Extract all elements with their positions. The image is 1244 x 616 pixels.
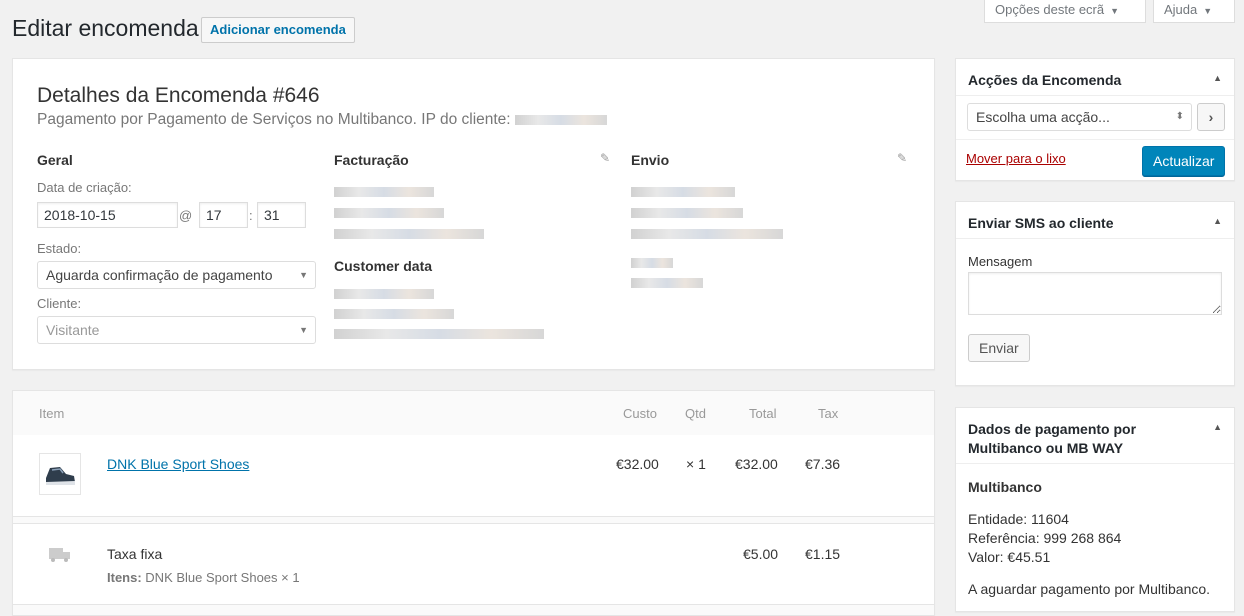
collapse-triangle-up-icon[interactable]: ▲ <box>1213 422 1222 432</box>
order-data-panel: Detalhes da Encomenda #646 Pagamento por… <box>12 58 935 370</box>
help-button[interactable]: Ajuda ▼ <box>1153 0 1235 23</box>
redacted-shipping-line <box>631 278 703 288</box>
product-name[interactable]: DNK Blue Sport Shoes <box>107 456 249 472</box>
send-sms-title: Enviar SMS ao cliente <box>968 215 1114 231</box>
edit-billing-pencil-icon[interactable]: ✎ <box>600 151 610 165</box>
divider <box>956 238 1234 239</box>
payment-info: Pagamento por Pagamento de Serviços no M… <box>37 111 511 128</box>
redacted-customer-line <box>334 289 434 299</box>
order-action-select[interactable]: Escolha uma acção... ⬍ <box>967 103 1192 131</box>
chevron-down-icon: ▼ <box>299 325 308 335</box>
billing-heading: Facturação <box>334 152 409 168</box>
shipping-items-value: DNK Blue Sport Shoes × 1 <box>145 570 300 585</box>
product-total: €32.00 <box>735 456 778 472</box>
shipping-heading: Envio <box>631 152 670 168</box>
send-sms-button[interactable]: Enviar <box>968 334 1030 362</box>
screen-options-label: Opções deste ecrã <box>995 2 1105 17</box>
payment-status: A aguardar pagamento por Multibanco. <box>968 581 1211 597</box>
col-tax: Tax <box>818 406 839 421</box>
at-separator: @ <box>179 208 193 223</box>
time-separator: : <box>249 208 253 223</box>
payment-method: Multibanco <box>968 479 1042 495</box>
shipping-items: Itens: DNK Blue Sport Shoes × 1 <box>107 570 300 585</box>
caret-down-icon: ▼ <box>1203 6 1213 16</box>
help-label: Ajuda <box>1164 2 1198 17</box>
order-title: Detalhes da Encomenda #646 <box>37 84 320 107</box>
shipping-tax: €1.15 <box>805 546 841 562</box>
redacted-ip <box>514 114 607 125</box>
payment-value: Valor: €45.51 <box>968 549 1051 565</box>
product-qty: × 1 <box>686 456 706 472</box>
customer-data-heading: Customer data <box>334 258 433 274</box>
caret-down-icon: ▼ <box>1110 6 1120 16</box>
customer-select[interactable]: Visitante ▼ <box>37 316 316 344</box>
general-heading: Geral <box>37 152 73 168</box>
product-name-link[interactable]: DNK Blue Sport Shoes <box>107 456 249 472</box>
customer-value: Visitante <box>46 322 100 338</box>
order-actions-box: Acções da Encomenda ▲ Escolha uma acção.… <box>955 58 1235 181</box>
order-items-panel: Item Custo Qtd Total Tax DNK Blue Sport … <box>12 390 935 616</box>
redacted-shipping-line <box>631 229 783 239</box>
update-button[interactable]: Actualizar <box>1142 146 1226 176</box>
col-total: Total <box>749 406 777 421</box>
minute-input[interactable]: 31 <box>257 202 306 228</box>
apply-action-button[interactable]: › <box>1197 103 1225 131</box>
message-textarea[interactable] <box>968 272 1222 315</box>
add-order-button[interactable]: Adicionar encomenda <box>201 17 355 43</box>
col-cost: Custo <box>623 406 657 421</box>
customer-label: Cliente: <box>37 296 82 311</box>
message-label: Mensagem <box>968 254 1033 269</box>
product-thumbnail <box>39 453 81 495</box>
edit-shipping-pencil-icon[interactable]: ✎ <box>897 151 907 165</box>
order-actions-title: Acções da Encomenda <box>968 72 1122 88</box>
col-qty: Qtd <box>685 406 706 421</box>
divider <box>956 95 1234 96</box>
chevron-down-icon: ▼ <box>299 270 308 280</box>
redacted-billing-line <box>334 187 434 197</box>
shipping-total: €5.00 <box>743 546 779 562</box>
move-to-trash-link[interactable]: Mover para o lixo <box>966 151 1066 166</box>
shipping-method-name: Taxa fixa <box>107 546 163 562</box>
table-row: Taxa fixa Itens: DNK Blue Sport Shoes × … <box>13 523 934 605</box>
status-label: Estado: <box>37 241 82 256</box>
truck-icon <box>49 546 71 565</box>
updown-arrows-icon: ⬍ <box>1175 111 1184 122</box>
date-input[interactable]: 2018-10-15 <box>37 202 178 228</box>
payment-entity: Entidade: 11604 <box>968 511 1069 527</box>
product-tax: €7.36 <box>805 456 841 472</box>
collapse-triangle-up-icon[interactable]: ▲ <box>1213 216 1222 226</box>
status-select[interactable]: Aguarda confirmação de pagamento ▼ <box>37 261 316 289</box>
order-action-value: Escolha uma acção... <box>976 109 1110 125</box>
screen-options-button[interactable]: Opções deste ecrã ▼ <box>984 0 1146 23</box>
product-cost: €32.00 <box>616 456 659 472</box>
redacted-billing-line <box>334 229 484 239</box>
page-title: Editar encomenda <box>12 15 199 41</box>
table-row: DNK Blue Sport Shoes €32.00 × 1 €32.00 €… <box>13 435 934 517</box>
shipping-items-label: Itens: <box>107 570 142 585</box>
status-value: Aguarda confirmação de pagamento <box>46 267 273 283</box>
redacted-customer-line <box>334 309 454 319</box>
divider <box>956 139 1234 140</box>
order-subtitle: Pagamento por Pagamento de Serviços no M… <box>37 111 607 129</box>
divider <box>956 463 1234 464</box>
redacted-shipping-line <box>631 258 673 268</box>
redacted-billing-line <box>334 208 444 218</box>
payment-reference: Referência: 999 268 864 <box>968 530 1122 546</box>
payment-data-box: Dados de pagamento por Multibanco ou MB … <box>955 407 1235 612</box>
collapse-triangle-up-icon[interactable]: ▲ <box>1213 73 1222 83</box>
send-sms-box: Enviar SMS ao cliente ▲ Mensagem Enviar <box>955 201 1235 386</box>
redacted-shipping-line <box>631 208 743 218</box>
col-item: Item <box>39 406 65 421</box>
redacted-shipping-line <box>631 187 735 197</box>
date-label: Data de criação: <box>37 180 132 195</box>
redacted-customer-line <box>334 329 544 339</box>
hour-input[interactable]: 17 <box>199 202 248 228</box>
payment-data-title: Dados de pagamento por Multibanco ou MB … <box>968 421 1137 456</box>
